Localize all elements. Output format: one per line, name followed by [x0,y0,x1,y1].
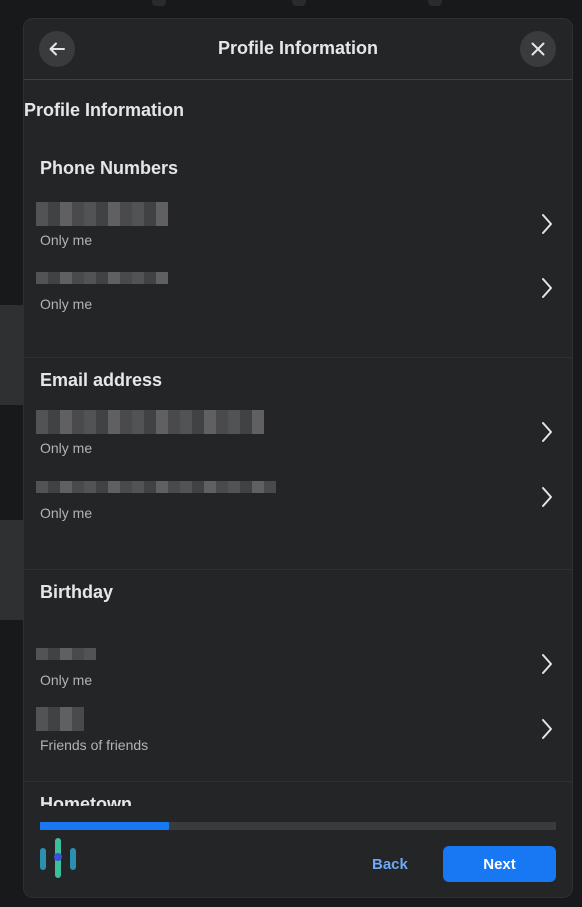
dialog-content[interactable]: Profile Information Phone Numbers Only m… [24,80,572,806]
phone-number-item[interactable]: Only me [24,266,572,322]
chevron-right-icon [542,487,552,507]
redacted-value [36,272,168,284]
background-fragment [0,520,24,620]
privacy-label: Only me [40,232,93,248]
privacy-label: Only me [40,672,93,688]
divider [24,781,572,782]
section-heading: Hometown [40,794,132,806]
next-button[interactable]: Next [443,846,556,882]
birthday-item[interactable]: Friends of friends [24,707,572,763]
redacted-value [36,648,96,660]
birthday-item[interactable]: Only me [24,642,572,698]
back-button[interactable]: Back [372,856,408,873]
divider [24,569,572,570]
progress-fill [40,822,169,830]
background-fragment [0,305,24,405]
phone-number-item[interactable]: Only me [24,202,572,258]
chevron-right-icon [542,654,552,674]
close-button[interactable] [520,31,556,67]
background-fragment [292,0,306,6]
chevron-right-icon [542,719,552,739]
redacted-value [36,410,264,434]
redacted-value [36,202,168,226]
progress-bar [40,822,556,830]
privacy-label: Only me [40,505,93,521]
chevron-right-icon [542,214,552,234]
email-address-item[interactable]: Only me [24,410,572,466]
page-heading: Profile Information [24,100,185,120]
chevron-right-icon [542,278,552,298]
section-heading: Phone Numbers [40,158,179,178]
profile-information-dialog: Profile Information Profile Information … [24,19,572,897]
dialog-footer: Back Next [24,806,572,897]
privacy-label: Only me [40,296,93,312]
dialog-header: Profile Information [24,19,572,80]
privacy-label: Only me [40,440,93,456]
background-fragment [152,0,166,6]
email-address-item[interactable]: Only me [24,475,572,531]
divider [24,357,572,358]
section-heading: Birthday [40,582,114,602]
redacted-value [36,481,276,493]
privacy-label: Friends of friends [40,737,149,753]
section-heading: Email address [40,370,163,390]
close-icon [531,42,545,56]
dialog-title: Profile Information [217,38,378,58]
chevron-right-icon [542,422,552,442]
redacted-value [36,707,84,731]
logo-icon [40,838,76,878]
background-fragment [428,0,442,6]
